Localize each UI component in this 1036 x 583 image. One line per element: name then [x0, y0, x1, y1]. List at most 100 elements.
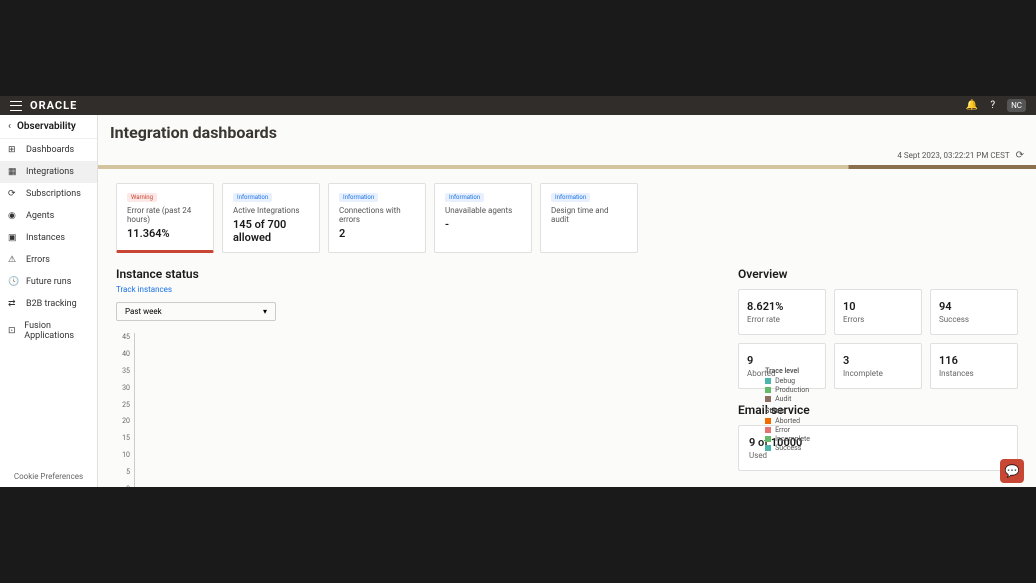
track-instances-link[interactable]: Track instances: [116, 285, 720, 294]
nav-label: Subscriptions: [26, 189, 81, 199]
legend-label: Debug: [775, 377, 795, 385]
legend-label: Aborted: [775, 417, 800, 425]
nav-icon: ▦: [8, 167, 18, 177]
hamburger-icon[interactable]: [10, 101, 22, 111]
refresh-icon[interactable]: ⟳: [1016, 150, 1024, 161]
legend-item: Success: [765, 444, 810, 452]
legend-title: Status: [765, 407, 810, 415]
stat-card[interactable]: 94Success: [930, 289, 1018, 335]
sidebar-item-fusion-applications[interactable]: ⊡ Fusion Applications: [0, 315, 97, 347]
cookie-preferences[interactable]: Cookie Preferences: [0, 472, 97, 481]
badge: Information: [233, 193, 272, 202]
chevron-down-icon: ▾: [263, 307, 267, 316]
stat-value: 10: [843, 300, 913, 313]
user-badge[interactable]: NC: [1007, 99, 1026, 112]
legend-item: Error: [765, 426, 810, 434]
back-chevron-icon[interactable]: ‹: [8, 121, 11, 132]
badge: Information: [445, 193, 484, 202]
stat-value: 8.621%: [747, 300, 817, 313]
legend-item: Production: [765, 386, 810, 394]
nav-icon: ⊡: [8, 326, 16, 336]
info-card[interactable]: InformationActive Integrations145 of 700…: [222, 183, 320, 253]
chat-fab[interactable]: 💬: [1000, 459, 1024, 483]
y-tick: 5: [126, 468, 130, 476]
nav-icon: ◉: [8, 211, 18, 221]
topbar: ORACLE 🔔 ? NC: [0, 96, 1036, 115]
info-card[interactable]: InformationConnections with errors2: [328, 183, 426, 253]
cards-row: WarningError rate (past 24 hours)11.364%…: [98, 169, 1036, 267]
card-value: -: [445, 218, 521, 231]
legend-title: Trace level: [765, 367, 810, 375]
sidebar-item-integrations[interactable]: ▦ Integrations: [0, 161, 97, 183]
y-tick: 45: [122, 333, 130, 341]
legend-item: Aborted: [765, 417, 810, 425]
bell-icon[interactable]: 🔔: [966, 100, 978, 111]
nav-label: B2B tracking: [26, 299, 77, 309]
card-label: Error rate (past 24 hours): [127, 206, 203, 224]
stat-value: 116: [939, 354, 1009, 367]
sidebar-item-dashboards[interactable]: ⊞Dashboards: [0, 139, 97, 161]
card-label: Unavailable agents: [445, 206, 521, 215]
legend-swatch: [765, 427, 771, 433]
help-icon[interactable]: ?: [990, 100, 995, 111]
nav-icon: ⟳: [8, 189, 18, 199]
legend-label: Success: [775, 444, 801, 452]
legend-item: Incomplete: [765, 435, 810, 443]
sidebar-header[interactable]: ‹ Observability: [0, 115, 97, 139]
legend-swatch: [765, 436, 771, 442]
info-card[interactable]: Information Unavailable agents -: [434, 183, 532, 253]
nav-label: Fusion Applications: [24, 321, 89, 341]
timerange-dropdown[interactable]: Past week ▾: [116, 302, 276, 321]
card-label: Connections with errors: [339, 206, 415, 224]
legend-label: Audit: [775, 395, 791, 403]
legend-item: Audit: [765, 395, 810, 403]
sidebar-item-subscriptions[interactable]: ⟳ Subscriptions: [0, 183, 97, 205]
y-tick: 20: [122, 417, 130, 425]
legend-swatch: [765, 387, 771, 393]
nav-label: Future runs: [26, 277, 71, 287]
dropdown-value: Past week: [125, 307, 162, 316]
badge: Warning: [127, 193, 157, 202]
stat-label: Instances: [939, 369, 1009, 378]
sidebar-title: Observability: [17, 121, 76, 132]
info-card[interactable]: Information Design time and audit: [540, 183, 638, 253]
y-tick: 40: [122, 350, 130, 358]
legend-swatch: [765, 396, 771, 402]
page-title: Integration dashboards: [98, 115, 1036, 150]
sidebar-item-b2b-tracking[interactable]: ⇄ B2B tracking: [0, 293, 97, 315]
nav-label: Dashboards: [26, 145, 74, 155]
stat-card[interactable]: 10 Errors: [834, 289, 922, 335]
y-tick: 30: [122, 384, 130, 392]
y-tick: 35: [122, 367, 130, 375]
sidebar-item-errors[interactable]: ⚠Errors: [0, 249, 97, 271]
card-value: 2: [339, 227, 415, 240]
instance-status-title: Instance status: [116, 267, 720, 281]
stat-card[interactable]: 3Incomplete: [834, 343, 922, 389]
card-label: Active Integrations: [233, 206, 309, 215]
nav-label: Errors: [26, 255, 50, 265]
chart: 454035302520151050 Trace levelDebugProdu…: [116, 333, 720, 487]
nav-icon: ⇄: [8, 299, 18, 309]
card-label: Design time and audit: [551, 206, 627, 224]
sidebar-item-agents[interactable]: ◉Agents: [0, 205, 97, 227]
logo: ORACLE: [30, 99, 77, 112]
y-tick: 0: [126, 485, 130, 487]
y-tick: 10: [122, 451, 130, 459]
badge: Information: [551, 193, 590, 202]
nav-label: Integrations: [26, 167, 74, 177]
stat-label: Errors: [843, 315, 913, 324]
stat-card[interactable]: 116 Instances: [930, 343, 1018, 389]
legend-swatch: [765, 418, 771, 424]
legend-label: Error: [775, 426, 790, 434]
nav-icon: 🕓: [8, 277, 18, 287]
legend-swatch: [765, 378, 771, 384]
sidebar-item-instances[interactable]: ▣Instances: [0, 227, 97, 249]
stat-label: Incomplete: [843, 369, 913, 378]
main: Integration dashboards 4 Sept 2023, 03:2…: [98, 115, 1036, 487]
stat-card[interactable]: 8.621% Error rate: [738, 289, 826, 335]
sidebar: ‹ Observability ⊞Dashboards ▦ Integrations…: [0, 115, 98, 487]
stat-label: Error rate: [747, 315, 817, 324]
sidebar-item-future-runs[interactable]: 🕓 Future runs: [0, 271, 97, 293]
info-card[interactable]: WarningError rate (past 24 hours)11.364%: [116, 183, 214, 253]
nav-icon: ▣: [8, 233, 18, 243]
